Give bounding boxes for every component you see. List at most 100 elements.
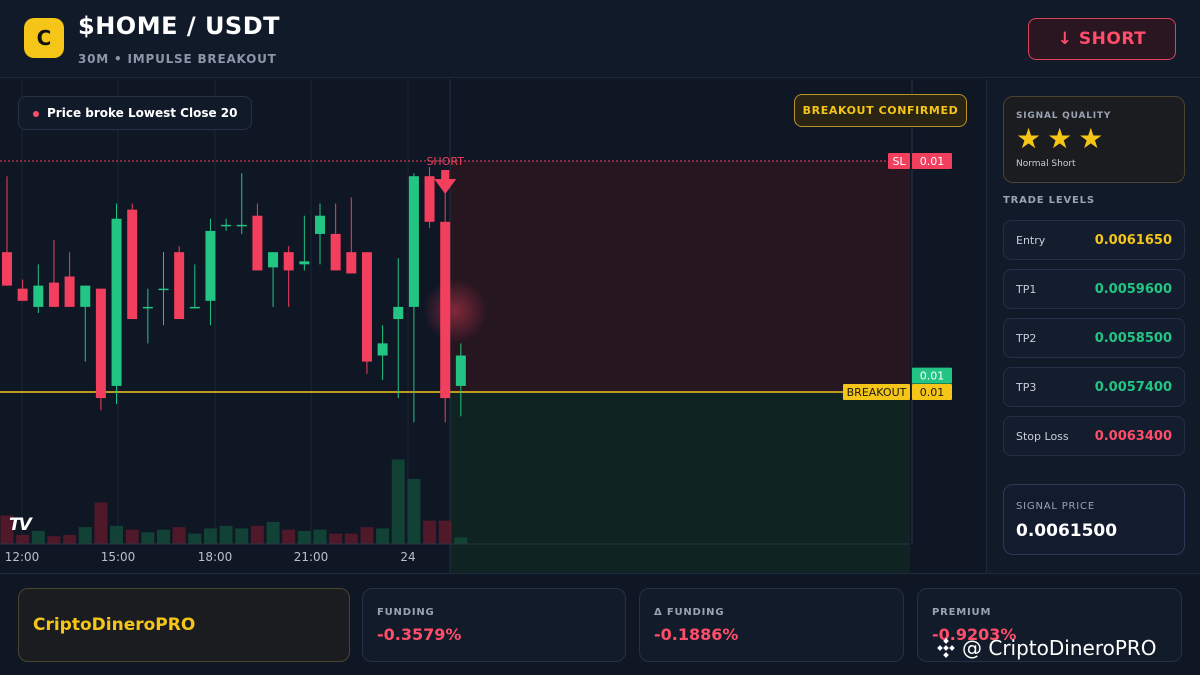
short-arrow-icon bbox=[441, 170, 450, 179]
level-label: TP3 bbox=[1016, 381, 1037, 394]
candle-body bbox=[315, 215, 325, 234]
signal-glow bbox=[423, 279, 487, 343]
candle-body bbox=[33, 285, 44, 307]
volume-bar bbox=[344, 533, 358, 544]
candle-body bbox=[48, 282, 59, 307]
level-label: Entry bbox=[1016, 234, 1046, 247]
delta-funding-card: Δ FUNDING -0.1886% bbox=[639, 588, 904, 662]
volume-bar bbox=[407, 479, 421, 544]
brand-card: CriptoDineroPRO bbox=[18, 588, 350, 662]
candle-body bbox=[283, 252, 294, 271]
volume-bar bbox=[360, 527, 374, 544]
volume-bar bbox=[454, 537, 468, 544]
volume-bar bbox=[423, 520, 437, 544]
volume-bar bbox=[391, 459, 405, 544]
signal-sidebar: SIGNAL QUALITY ★ ★ ★ Normal Short TRADE … bbox=[986, 79, 1200, 573]
volume-bar bbox=[203, 528, 217, 544]
delta-funding-label: Δ FUNDING bbox=[654, 607, 725, 618]
sl-tag: SL bbox=[888, 153, 910, 169]
binance-logo-icon bbox=[937, 638, 955, 658]
volume-bar bbox=[78, 527, 92, 544]
trade-levels-title: TRADE LEVELS bbox=[1003, 195, 1095, 206]
candle-body bbox=[205, 230, 216, 301]
watermark: @ CriptoDineroPRO bbox=[936, 636, 1157, 660]
breakout-value-tag: 0.01 bbox=[912, 384, 952, 400]
candle-body bbox=[221, 224, 232, 227]
watermark-text: @ CriptoDineroPRO bbox=[962, 636, 1157, 660]
candle-body bbox=[174, 252, 185, 320]
signal-price-value: 0.0061500 bbox=[1016, 521, 1118, 541]
level-row-tp3: TP3 0.0057400 bbox=[1003, 367, 1185, 407]
level-row-tp2: TP2 0.0058500 bbox=[1003, 318, 1185, 358]
candle-body bbox=[440, 221, 451, 399]
x-tick-label: 12:00 bbox=[5, 550, 40, 564]
level-value: 0.0059600 bbox=[1094, 282, 1172, 297]
volume-bar bbox=[141, 532, 155, 544]
star-icon: ★ bbox=[1078, 122, 1104, 155]
candle-body bbox=[408, 176, 419, 307]
level-row-tp1: TP1 0.0059600 bbox=[1003, 269, 1185, 309]
breakout-confirmed-badge: BREAKOUT CONFIRMED bbox=[794, 94, 967, 127]
volume-bar bbox=[157, 529, 170, 544]
candle-body bbox=[455, 355, 466, 386]
x-tick-label: 21:00 bbox=[294, 550, 329, 564]
volume-bar bbox=[125, 529, 139, 544]
candle-body bbox=[17, 288, 28, 301]
funding-label: FUNDING bbox=[377, 607, 435, 618]
star-icon: ★ bbox=[1047, 122, 1073, 155]
volume-bar bbox=[219, 525, 233, 544]
volume-bar bbox=[313, 529, 327, 544]
price-chart[interactable]: SHORT 12:00 15:00 18:00 21:00 24 SL 0.01 0.01 BRE… bbox=[0, 79, 985, 573]
volume-bar bbox=[235, 528, 249, 544]
candle-body bbox=[361, 252, 372, 362]
sl-value-tag: 0.01 bbox=[912, 153, 952, 169]
volume-bar bbox=[297, 531, 311, 544]
volume-bar bbox=[188, 533, 202, 544]
level-value: 0.0061650 bbox=[1094, 233, 1172, 248]
breakout-value-tag-text: 0.01 bbox=[920, 386, 945, 399]
candle-body bbox=[377, 343, 388, 356]
volume-bar bbox=[31, 531, 45, 544]
short-button[interactable]: ↓ SHORT bbox=[1028, 18, 1176, 60]
volume-bar bbox=[63, 534, 77, 544]
signal-price-card: SIGNAL PRICE 0.0061500 bbox=[1003, 484, 1185, 555]
candle-body bbox=[158, 288, 169, 291]
funding-card: FUNDING -0.3579% bbox=[362, 588, 626, 662]
level-value: 0.0058500 bbox=[1094, 331, 1172, 346]
volume-bar bbox=[110, 525, 124, 544]
volume-bar bbox=[266, 521, 280, 544]
candle-body bbox=[95, 288, 106, 399]
delta-funding-value: -0.1886% bbox=[654, 625, 739, 644]
chart-canvas[interactable]: SHORT 12:00 15:00 18:00 21:00 24 SL 0.01 0.01 BRE… bbox=[0, 79, 985, 573]
volume-bar bbox=[250, 525, 264, 544]
candle-body bbox=[393, 306, 404, 320]
candle-body bbox=[111, 218, 122, 386]
breakout-tag-text: BREAKOUT bbox=[847, 386, 907, 399]
volume-bar bbox=[47, 536, 61, 544]
short-marker-label: SHORT bbox=[426, 155, 464, 168]
level-value: 0.0057400 bbox=[1094, 380, 1172, 395]
alert-dot-icon bbox=[33, 111, 39, 117]
candle-body bbox=[189, 306, 200, 309]
volume-bar bbox=[282, 529, 296, 544]
funding-value: -0.3579% bbox=[377, 625, 462, 644]
candle-body bbox=[299, 261, 310, 265]
level-label: TP1 bbox=[1016, 283, 1037, 296]
breakout-tag: BREAKOUT bbox=[843, 384, 910, 400]
candle-body bbox=[252, 215, 263, 271]
signal-quality-card: SIGNAL QUALITY ★ ★ ★ Normal Short bbox=[1003, 96, 1185, 183]
premium-label: PREMIUM bbox=[932, 607, 992, 618]
level-row-entry: Entry 0.0061650 bbox=[1003, 220, 1185, 260]
signal-quality-label: Normal Short bbox=[1016, 159, 1076, 169]
volume-bar bbox=[16, 534, 30, 544]
candle-body bbox=[80, 285, 91, 307]
coin-logo-icon: C bbox=[24, 18, 64, 58]
candle-body bbox=[424, 176, 435, 222]
x-tick-label: 15:00 bbox=[101, 550, 136, 564]
brand-name: CriptoDineroPRO bbox=[33, 615, 196, 635]
candle-body bbox=[346, 252, 357, 274]
pair-title: $HOME / USDT bbox=[78, 12, 281, 40]
breakout-reason-badge: Price broke Lowest Close 20 bbox=[18, 96, 253, 130]
tradingview-logo-icon: TV bbox=[9, 515, 32, 535]
x-tick-label: 24 bbox=[400, 550, 415, 564]
